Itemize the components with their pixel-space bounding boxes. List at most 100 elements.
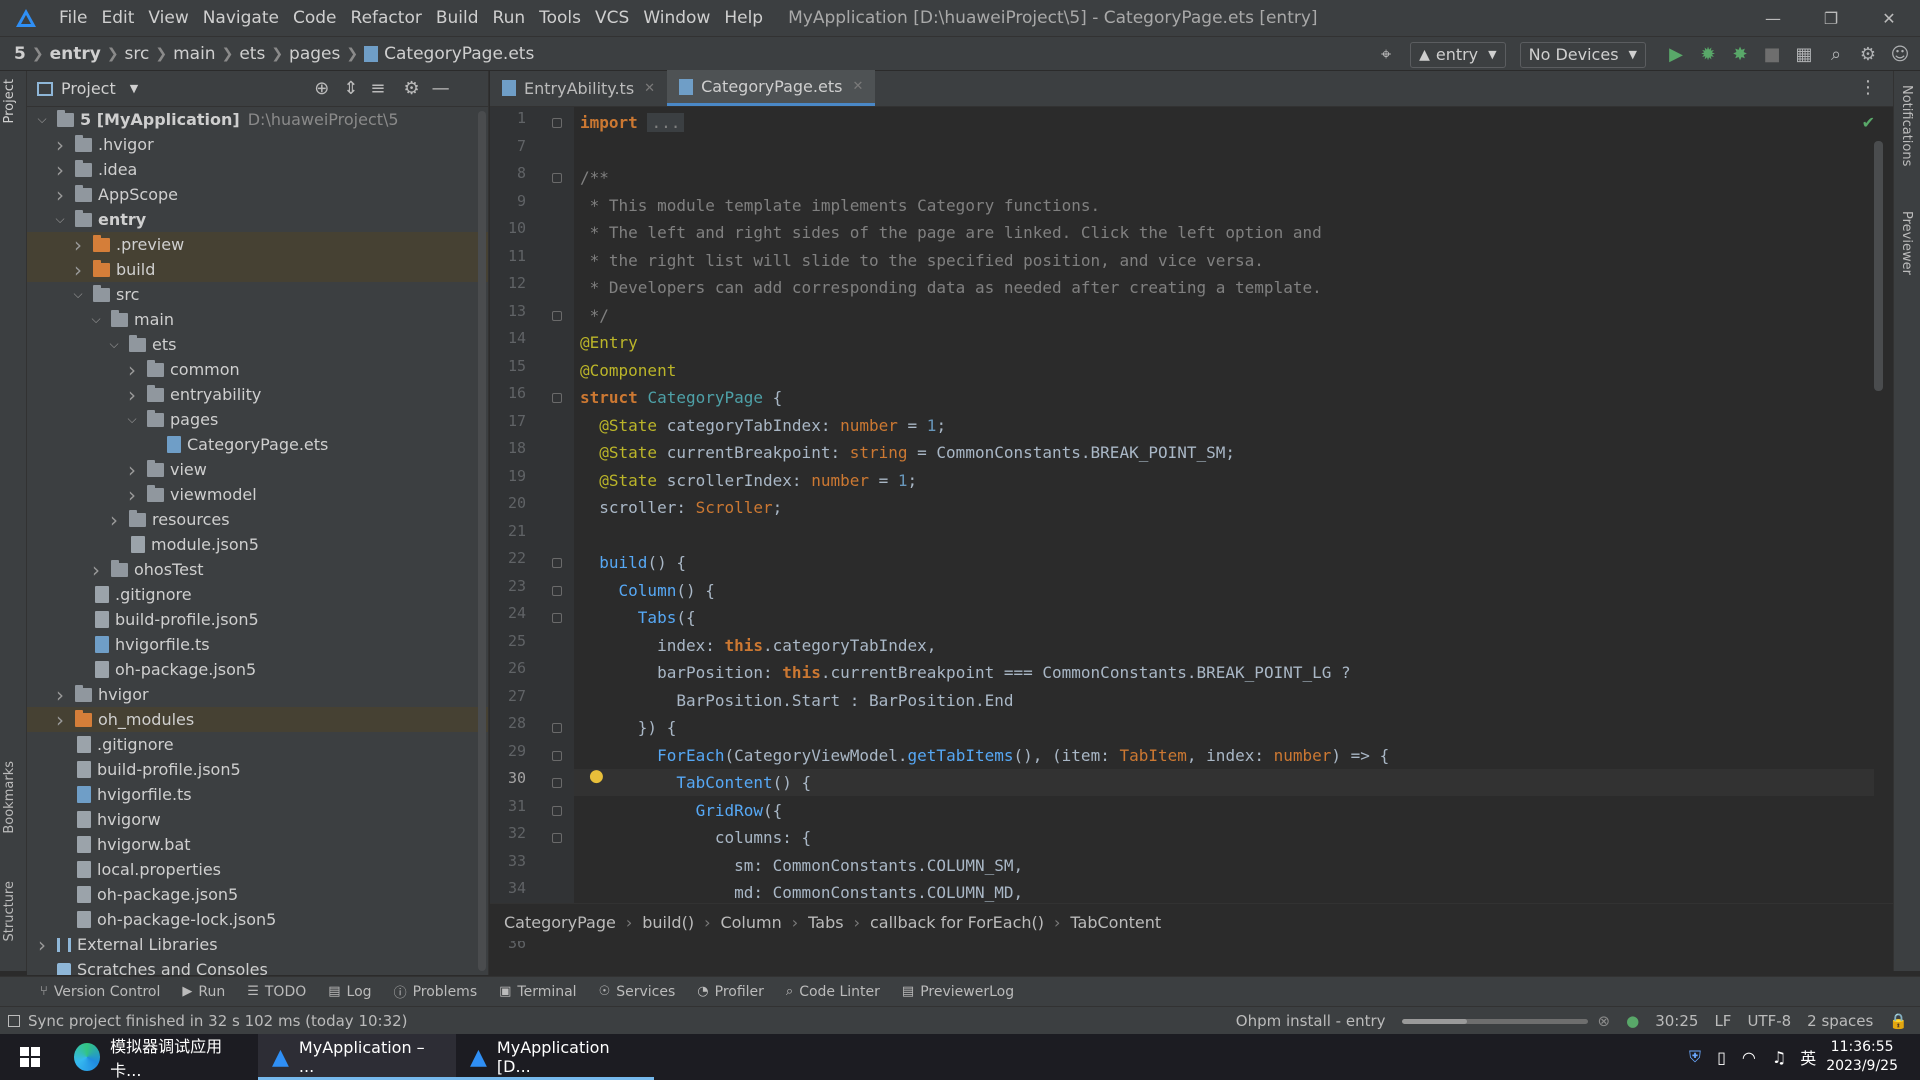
tree-item[interactable]: ⌵ main — [27, 307, 488, 332]
breadcrumb-item[interactable]: ets — [239, 44, 265, 64]
tree-item[interactable]: local.properties — [27, 857, 488, 882]
project-stripe-button[interactable]: Project — [2, 79, 17, 123]
tree-item[interactable]: .gitignore — [27, 732, 488, 757]
close-window-button[interactable]: ✕ — [1860, 0, 1918, 36]
code-breadcrumb-item[interactable]: Column — [720, 913, 781, 932]
code-view[interactable]: import ... /** * This module template imp… — [574, 107, 1874, 903]
wifi-icon[interactable]: ◠ — [1742, 1048, 1756, 1067]
fold-marker-icon[interactable] — [552, 723, 562, 733]
tree-item[interactable]: Scratches and Consoles — [27, 957, 488, 975]
close-tab-icon[interactable]: ✕ — [644, 81, 655, 96]
taskbar-app-edge[interactable]: 模拟器调试应用卡... — [60, 1034, 258, 1080]
tree-item[interactable]: › oh_modules — [27, 707, 488, 732]
menu-window[interactable]: Window — [643, 8, 710, 28]
tree-item[interactable]: oh-package.json5 — [27, 657, 488, 682]
tree-item[interactable]: module.json5 — [27, 532, 488, 557]
chevron-right-icon[interactable]: › — [53, 158, 67, 182]
tree-item[interactable]: ⌵ ets — [27, 332, 488, 357]
chevron-right-icon[interactable]: › — [125, 458, 139, 482]
tree-item[interactable]: › AppScope — [27, 182, 488, 207]
tree-item[interactable]: › .idea — [27, 157, 488, 182]
fold-marker-icon[interactable] — [552, 585, 562, 596]
hide-panel-icon[interactable]: — — [432, 78, 450, 99]
attach-debugger-icon[interactable]: ✸ — [1724, 39, 1756, 71]
locate-file-icon[interactable]: ⊕ — [314, 78, 329, 99]
taskbar-app-ide-2[interactable]: ▲ MyApplication [D... — [456, 1034, 654, 1080]
chevron-down-icon[interactable]: ⌵ — [35, 112, 49, 127]
options-gear-icon[interactable]: ⚙ — [404, 78, 420, 99]
toolwindow-terminal[interactable]: ▣ Terminal — [499, 984, 576, 1000]
bookmarks-stripe-button[interactable]: Bookmarks — [2, 761, 17, 834]
menu-code[interactable]: Code — [293, 8, 337, 28]
device-select[interactable]: No Devices ▼ — [1519, 41, 1646, 68]
chevron-right-icon[interactable]: › — [53, 683, 67, 707]
expand-all-icon[interactable]: ⇕ — [343, 78, 358, 99]
toolwindow-previewerlog[interactable]: ▤ PreviewerLog — [902, 984, 1014, 1000]
account-icon[interactable]: ☺ — [1884, 39, 1916, 71]
debug-icon[interactable]: ✹ — [1692, 39, 1724, 71]
intention-bulb-icon[interactable]: ● — [589, 766, 604, 786]
previewer-stripe-button[interactable]: Previewer — [1899, 211, 1914, 275]
chevron-right-icon[interactable]: › — [53, 708, 67, 732]
tree-item[interactable]: › common — [27, 357, 488, 382]
menu-help[interactable]: Help — [724, 8, 763, 28]
notifications-stripe-button[interactable]: Notifications — [1899, 85, 1914, 166]
code-breadcrumb-item[interactable]: callback for ForEach() — [870, 913, 1044, 932]
fold-marker-icon[interactable] — [552, 558, 562, 568]
read-only-lock-icon[interactable]: 🔒 — [1889, 1012, 1908, 1030]
menu-edit[interactable]: Edit — [101, 8, 134, 28]
tree-item[interactable]: build-profile.json5 — [27, 607, 488, 632]
usb-device-icon[interactable]: ▯ — [1717, 1048, 1726, 1067]
fold-marker-icon[interactable] — [552, 118, 562, 128]
code-breadcrumb-item[interactable]: Tabs — [808, 913, 843, 932]
code-breadcrumb-item[interactable]: build() — [642, 913, 694, 932]
menu-navigate[interactable]: Navigate — [203, 8, 279, 28]
tree-item[interactable]: ⌵ src — [27, 282, 488, 307]
background-task-label[interactable]: Ohpm install - entry — [1236, 1012, 1386, 1030]
chevron-right-icon[interactable]: › — [35, 933, 49, 957]
tree-item[interactable]: hvigorfile.ts — [27, 632, 488, 657]
breadcrumb-item[interactable]: entry — [50, 44, 101, 64]
fold-marker-icon[interactable] — [552, 310, 562, 321]
chevron-down-icon[interactable]: ⌵ — [53, 212, 67, 227]
status-layout-icon[interactable] — [8, 1014, 20, 1027]
structure-stripe-button[interactable]: Structure — [2, 881, 17, 941]
breadcrumb-item[interactable]: 5 — [14, 44, 26, 64]
menu-tools[interactable]: Tools — [539, 8, 581, 28]
project-scrollbar[interactable] — [478, 111, 486, 971]
toolwindow-version-control[interactable]: ⑂ Version Control — [40, 984, 160, 1000]
chevron-down-icon[interactable]: ⌵ — [71, 287, 85, 302]
file-encoding[interactable]: UTF-8 — [1747, 1012, 1791, 1030]
tree-item[interactable]: › hvigor — [27, 682, 488, 707]
stop-icon[interactable]: ■ — [1756, 39, 1788, 71]
tree-item[interactable]: ⌵ pages — [27, 407, 488, 432]
tree-item[interactable]: oh-package-lock.json5 — [27, 907, 488, 932]
defender-shield-icon[interactable]: ⛨ — [1689, 1047, 1701, 1067]
tree-item[interactable]: › view — [27, 457, 488, 482]
tree-item[interactable]: › entryability — [27, 382, 488, 407]
menu-run[interactable]: Run — [493, 8, 526, 28]
tab-entryability[interactable]: EntryAbility.ts ✕ — [490, 70, 667, 106]
fold-marker-icon[interactable] — [552, 393, 562, 403]
volume-icon[interactable]: ♫ — [1772, 1048, 1786, 1067]
toolwindow-run[interactable]: ▶ Run — [182, 984, 225, 1000]
toolwindow-code-linter[interactable]: ⌕ Code Linter — [786, 984, 880, 1000]
menu-vcs[interactable]: VCS — [595, 8, 629, 28]
indent-setting[interactable]: 2 spaces — [1807, 1012, 1873, 1030]
search-icon[interactable]: ⌕ — [1820, 39, 1852, 71]
chevron-right-icon[interactable]: › — [89, 558, 103, 582]
tree-item[interactable]: ⌵ 5 [MyApplication] D:\huaweiProject\5 — [27, 107, 488, 132]
tree-item[interactable]: › ohosTest — [27, 557, 488, 582]
fold-marker-icon[interactable] — [552, 173, 562, 183]
chevron-down-icon[interactable]: ▼ — [130, 82, 138, 95]
tab-categorypage[interactable]: CategoryPage.ets ✕ — [667, 70, 876, 106]
menu-view[interactable]: View — [148, 8, 188, 28]
toolwindow-profiler[interactable]: ◔ Profiler — [697, 984, 764, 1000]
breadcrumb-item[interactable]: pages — [289, 44, 340, 64]
chevron-down-icon[interactable]: ⌵ — [125, 412, 139, 427]
settings-gear-icon[interactable]: ⚙ — [1852, 39, 1884, 71]
breadcrumb-item[interactable]: src — [125, 44, 150, 64]
project-structure-icon[interactable]: ▦ — [1788, 39, 1820, 71]
editor-scrollbar[interactable] — [1874, 141, 1883, 391]
fold-marker-icon[interactable] — [552, 613, 562, 623]
